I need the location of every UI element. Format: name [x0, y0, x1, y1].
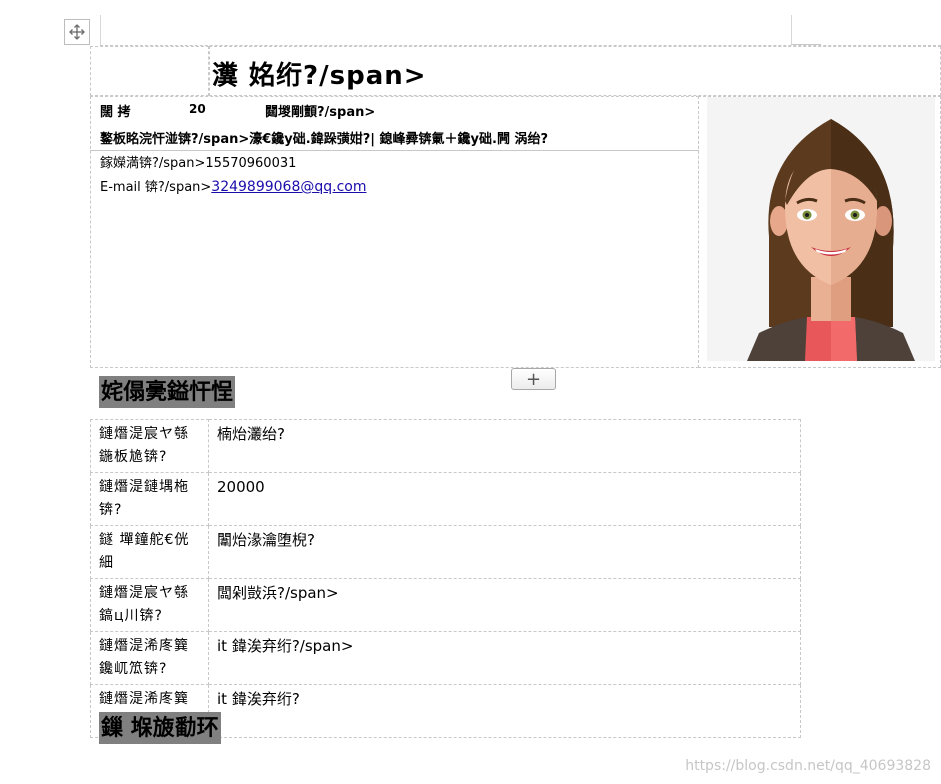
- row-value: 楠炲灇绐?: [208, 419, 801, 473]
- row-label: 鏈熸湜宸ヤ綔鎬ц川锛?: [90, 578, 209, 632]
- row-value: 20000: [208, 472, 801, 526]
- watermark: https://blog.csdn.net/qq_40693828: [685, 758, 931, 774]
- header-empty-cell: [90, 46, 209, 96]
- phone-line: 鎵嬫満锛?/span>15570960031: [100, 156, 297, 171]
- table-row: 鐩 墠鐘舵€侊細 闈炲湪瀹堕棿?: [90, 525, 801, 579]
- table-row: 鏈熸湜浠庝簨鑱屼笟锛? it 鍏涘弃绗?/span>: [90, 631, 801, 685]
- top-rule-right-tick: [791, 44, 821, 45]
- info-line-2: 鐜板眳浣忓湴锛?/span>濠€鑱у础.鍏跺彉姏?| 鎴峰彛锛氭＋鑱у础.闁 涡…: [100, 132, 549, 147]
- age-value: 20: [189, 102, 206, 116]
- job-intention-table: 鏈熸湜宸ヤ綔鍦板尯锛? 楠炲灇绐? 鏈熸湜鏈堣柂锛? 20000 鐩 墠鐘舵€侊…: [90, 419, 801, 738]
- row-label: 鏈熸湜宸ヤ綔鍦板尯锛?: [90, 419, 209, 473]
- table-move-handle[interactable]: [64, 19, 90, 45]
- info-line-1: 闊 拷 20 閮堫剛顫?/span>: [100, 101, 690, 121]
- ethnicity-label: 閮堫剛顫?/span>: [265, 105, 376, 120]
- row-value: it 鍏涘弃绗?/span>: [208, 631, 801, 685]
- add-row-button[interactable]: +: [511, 368, 556, 390]
- move-arrows-icon: [69, 24, 85, 40]
- gender-label: 闊 拷: [100, 105, 131, 120]
- header-title-cell: 瀵 姳绗?/span>: [209, 46, 941, 96]
- top-rule-divider: [100, 15, 101, 45]
- plus-icon: +: [525, 368, 542, 390]
- row-value: 闆剁敱浜?/span>: [208, 578, 801, 632]
- section-heading-job-intention: 姹傝亴鎰忓悜: [99, 376, 236, 408]
- email-label: E-mail 锛?/span>: [100, 180, 212, 195]
- email-link[interactable]: 3249899068@qq.com: [211, 179, 366, 195]
- avatar: [707, 97, 935, 361]
- row-label: 鏈熸湜浠庝簨鑱屼笟锛?: [90, 631, 209, 685]
- table-row: 鏈熸湜宸ヤ綔鍦板尯锛? 楠炲灇绐?: [90, 419, 801, 473]
- page-title: 瀵 姳绗?/span>: [212, 61, 427, 91]
- row-value: 闈炲湪瀹堕棿?: [208, 525, 801, 579]
- email-line: E-mail 锛?/span>3249899068@qq.com: [100, 176, 367, 195]
- top-rule-divider-right: [791, 15, 792, 45]
- table-row: 鏈熸湜鏈堣柂锛? 20000: [90, 472, 801, 526]
- section-heading-self-evaluation: 鏁 堢旇勫环: [99, 712, 221, 744]
- row-label: 鏈熸湜鏈堣柂锛?: [90, 472, 209, 526]
- row-value: it 鍏涘弃绗?: [208, 684, 801, 738]
- table-row: 鏈熸湜宸ヤ綔鎬ц川锛? 闆剁敱浜?/span>: [90, 578, 801, 632]
- woman-portrait-icon: [747, 119, 915, 361]
- row-label: 鐩 墠鐘舵€侊細: [90, 525, 209, 579]
- info-divider: [90, 150, 699, 151]
